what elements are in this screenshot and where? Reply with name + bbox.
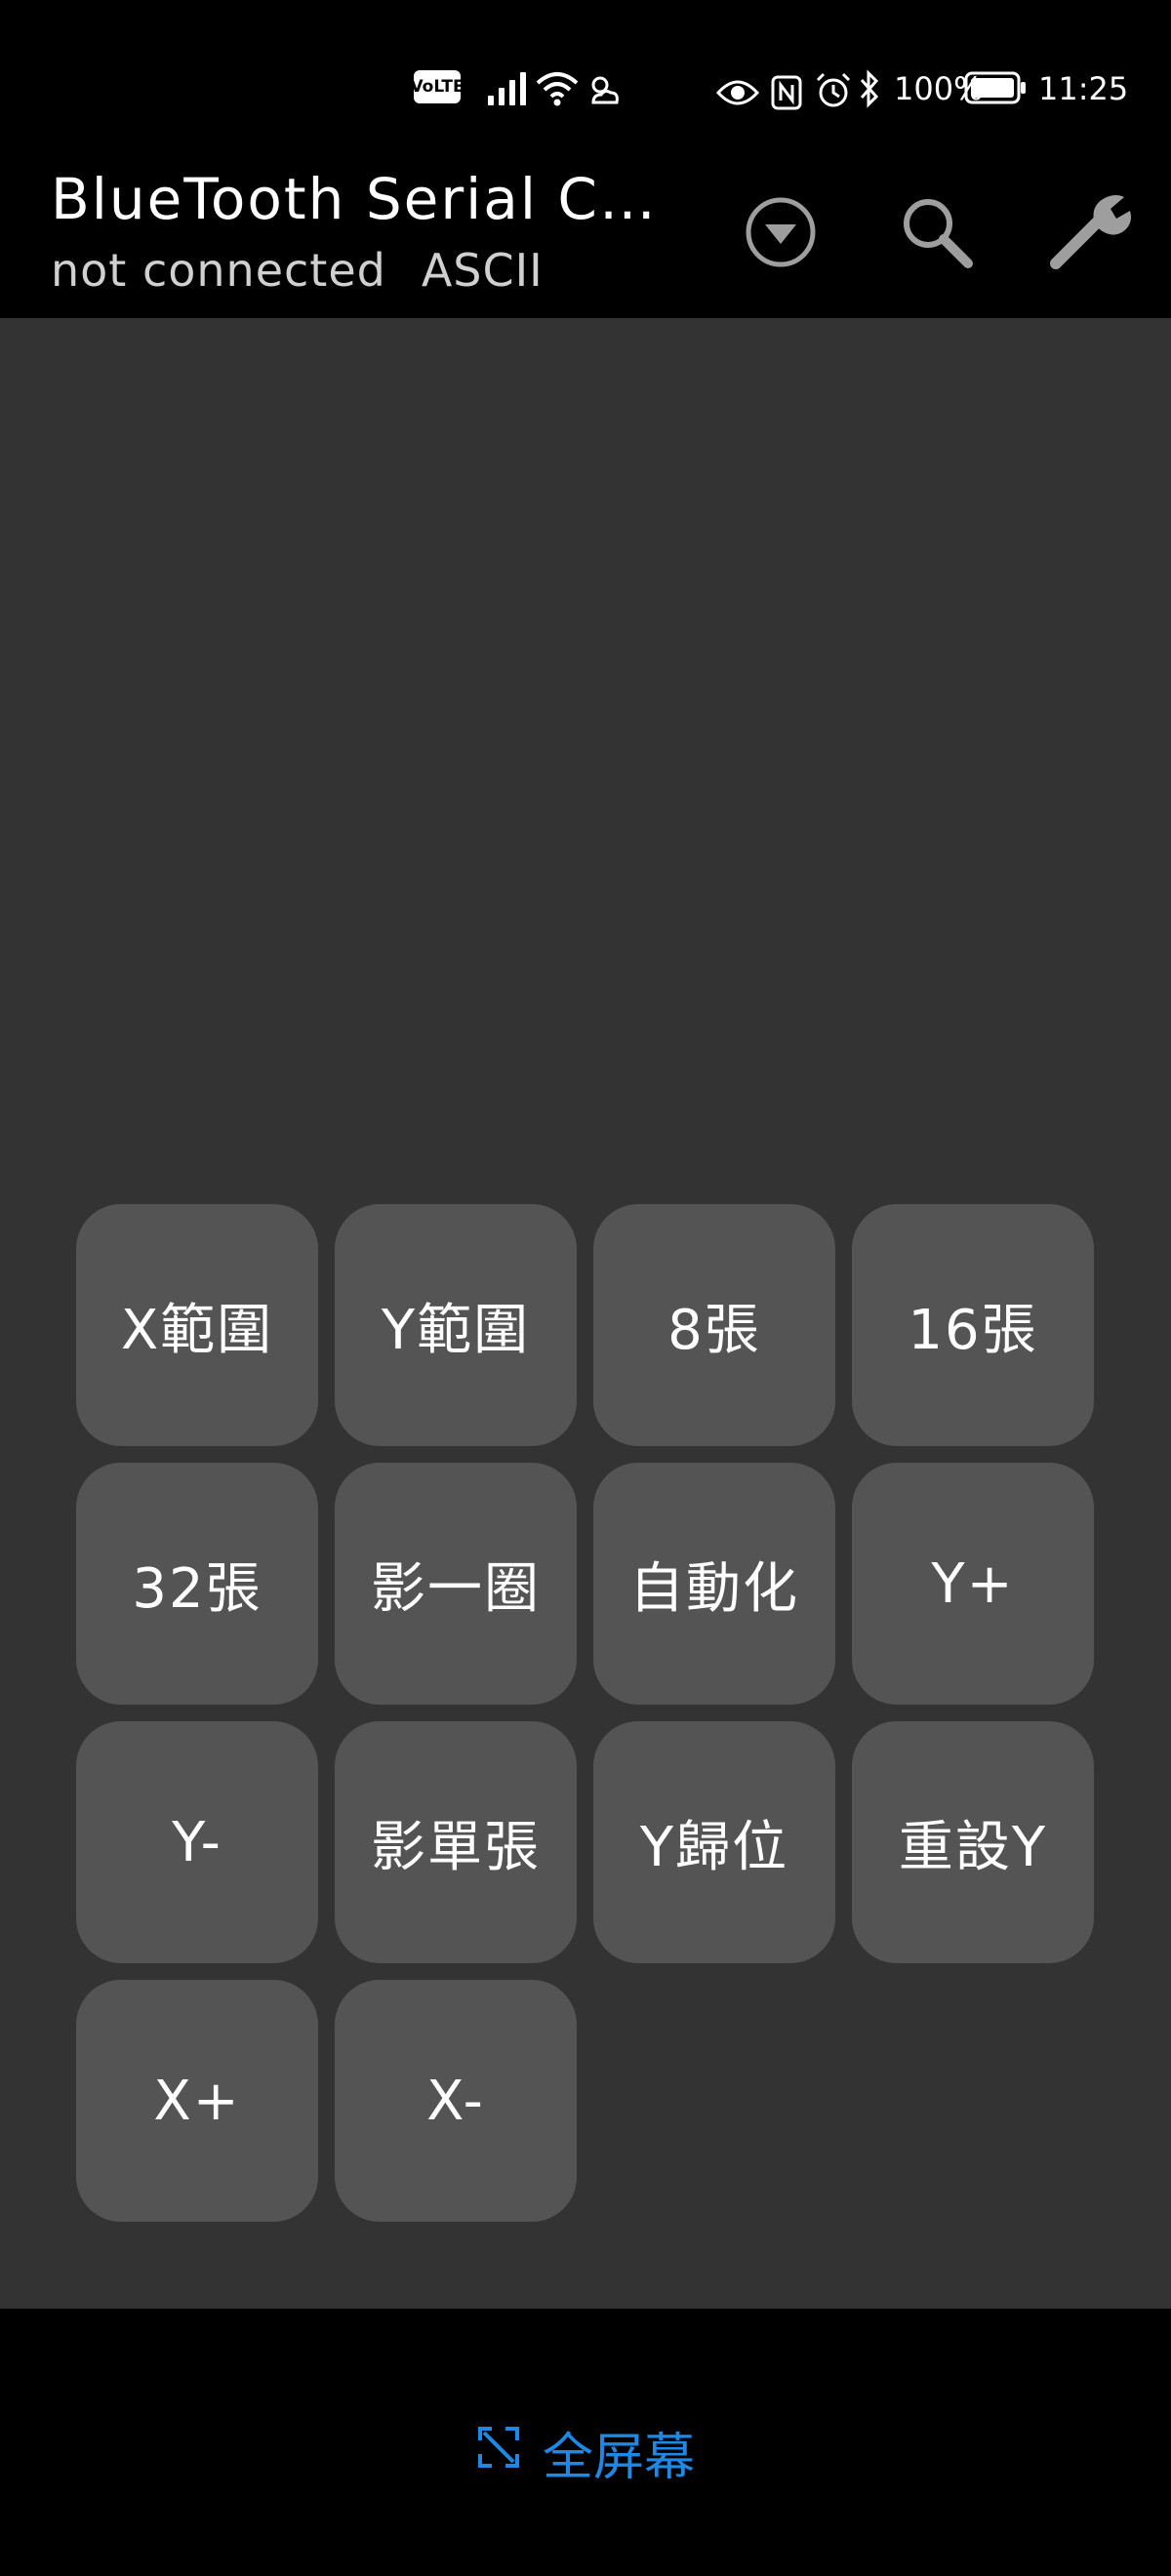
expand-icon [476,2424,521,2482]
signal-icon [488,66,526,105]
clock: 11:25 [1038,70,1129,107]
y-plus-button[interactable]: Y+ [852,1463,1094,1705]
y-home-button[interactable]: Y歸位 [593,1721,835,1963]
dropdown-icon[interactable] [732,183,829,281]
shoot-one-round-button[interactable]: 影一圈 [335,1463,577,1705]
y-range-button[interactable]: Y範圍 [335,1204,577,1446]
bottom-bar: 全屏幕 [0,2309,1171,2576]
alarm-icon [814,64,853,117]
y-minus-button[interactable]: Y- [76,1721,318,1963]
reset-y-button[interactable]: 重設Y [852,1721,1094,1963]
volte-badge: VoLTE [410,70,464,103]
bluetooth-icon [859,62,882,115]
app-subtitle: not connected ASCII [51,244,544,297]
search-icon[interactable] [888,183,986,281]
battery-icon [964,70,1027,105]
weather-icon [584,64,623,117]
connection-status: not connected [51,244,386,297]
settings-icon[interactable] [1044,183,1142,281]
status-bar: VoLTE 100% 11:25 [0,0,1171,156]
nfc-icon [771,66,804,119]
x-range-button[interactable]: X範圍 [76,1204,318,1446]
32-frames-button[interactable]: 32張 [76,1463,318,1705]
x-plus-button[interactable]: X+ [76,1980,318,2222]
fullscreen-button[interactable]: 全屏幕 [476,2416,695,2489]
fullscreen-label: 全屏幕 [543,2429,696,2487]
8-frames-button[interactable]: 8張 [593,1204,835,1446]
eye-icon [716,66,759,119]
shoot-single-button[interactable]: 影單張 [335,1721,577,1963]
x-minus-button[interactable]: X- [335,1980,577,2222]
automate-button[interactable]: 自動化 [593,1463,835,1705]
terminal-area: X範圍 Y範圍 8張 16張 32張 影一圈 自動化 Y+ Y- 影單張 Y歸位… [0,318,1171,2309]
16-frames-button[interactable]: 16張 [852,1204,1094,1446]
app-title: BlueTooth Serial C… [51,166,656,232]
mode-label: ASCII [421,244,544,297]
app-bar: BlueTooth Serial C… not connected ASCII [0,156,1171,318]
